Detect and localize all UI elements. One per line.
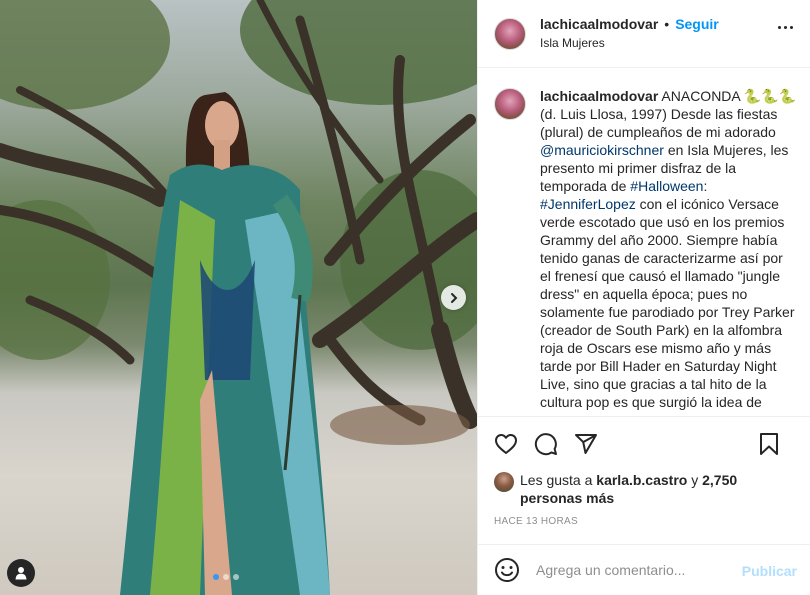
emoji-icon [495, 558, 519, 582]
more-dot [790, 26, 793, 29]
next-slide-button[interactable] [441, 285, 466, 310]
post-photo [0, 0, 477, 595]
share-button[interactable] [574, 432, 598, 456]
author-info: lachicaalmodovar • Seguir Isla Mujeres [540, 15, 719, 52]
carousel-dot [213, 574, 219, 580]
post-header: lachicaalmodovar • Seguir Isla Mujeres [478, 0, 810, 68]
caption-avatar[interactable] [494, 88, 526, 120]
comment-input[interactable] [536, 562, 731, 578]
carousel-dot [233, 574, 239, 580]
instagram-post: lachicaalmodovar • Seguir Isla Mujeres l… [0, 0, 810, 595]
carousel-dot [223, 574, 229, 580]
share-icon [575, 433, 597, 454]
carousel-indicator [213, 574, 239, 580]
caption-text: lachicaalmodovar ANACONDA 🐍🐍🐍 (d. Luis L… [540, 87, 797, 415]
tagged-users-button[interactable] [7, 559, 35, 587]
user-icon [15, 567, 27, 580]
like-button[interactable] [494, 432, 518, 456]
save-button[interactable] [757, 432, 781, 456]
post-timestamp[interactable]: HACE 13 HORAS [494, 516, 578, 527]
caption-body-3: con el icónico Versace verde escotado qu… [540, 196, 795, 410]
likes-summary: Les gusta a karla.b.castro y 2,750 perso… [494, 471, 799, 507]
hashtag-jenniferlopez[interactable]: #JenniferLopez [540, 196, 636, 212]
more-dot [784, 26, 787, 29]
separator: • [664, 16, 670, 33]
caption-username[interactable]: lachicaalmodovar [540, 88, 658, 104]
publish-button[interactable]: Publicar [742, 563, 797, 579]
snake-emoji: 🐍🐍🐍 [743, 88, 797, 104]
more-dot [778, 26, 781, 29]
liker-avatar[interactable] [494, 472, 514, 492]
mention-link[interactable]: @mauriciokirschner [540, 142, 664, 158]
author-username[interactable]: lachicaalmodovar [540, 15, 658, 33]
comment-button[interactable] [534, 432, 558, 456]
comment-bar: Publicar [478, 544, 810, 595]
author-avatar[interactable] [494, 17, 526, 50]
likes-conj: y [691, 472, 699, 488]
caption-title: ANACONDA [661, 88, 740, 104]
hashtag-halloween[interactable]: #Halloween [630, 178, 703, 194]
caption-body-1: (d. Luis Llosa, 1997) Desde las fiestas … [540, 106, 778, 140]
caption-area: lachicaalmodovar ANACONDA 🐍🐍🐍 (d. Luis L… [478, 69, 810, 415]
heart-icon [495, 433, 517, 454]
author-row: lachicaalmodovar • Seguir [540, 15, 719, 33]
likes-text: Les gusta a karla.b.castro y 2,750 perso… [520, 471, 799, 507]
save-icon [760, 433, 778, 455]
more-options-icon[interactable] [778, 26, 793, 29]
comment-icon [534, 432, 557, 455]
liker-username[interactable]: karla.b.castro [596, 472, 687, 488]
chevron-right-icon [450, 292, 457, 303]
location-link[interactable]: Isla Mujeres [540, 36, 719, 52]
post-media[interactable] [0, 0, 477, 595]
caption-colon: : [703, 178, 708, 194]
follow-button[interactable]: Seguir [675, 15, 719, 33]
post-side-panel: lachicaalmodovar • Seguir Isla Mujeres l… [477, 0, 810, 595]
likes-prefix: Les gusta a [520, 472, 593, 488]
action-bar [478, 416, 810, 470]
emoji-button[interactable] [494, 557, 520, 583]
